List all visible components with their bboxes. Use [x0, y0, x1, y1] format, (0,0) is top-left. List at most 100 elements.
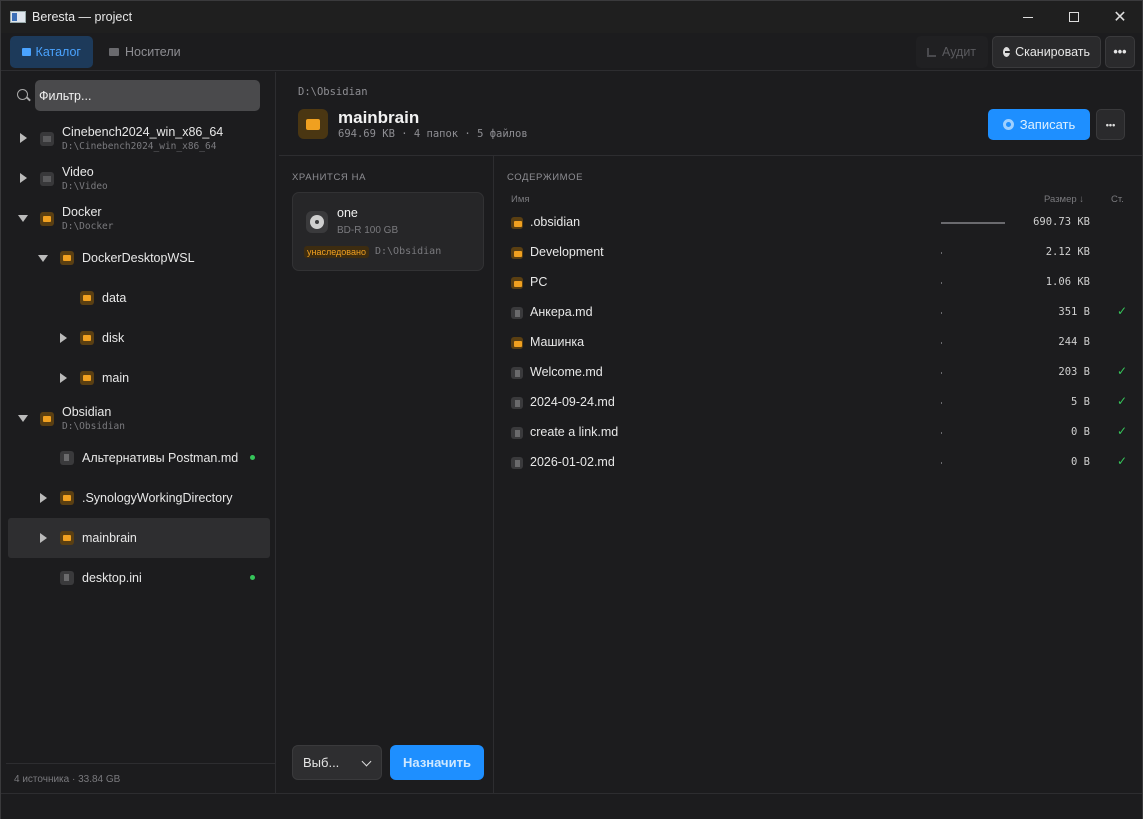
folder-icon	[298, 109, 328, 139]
folder-open-icon	[22, 48, 31, 56]
audit-button[interactable]: Аудит	[916, 36, 988, 68]
folder-icon	[511, 247, 523, 259]
search-icon	[17, 89, 28, 100]
content-row[interactable]: Анкера.md 351 B ✓	[495, 298, 1142, 328]
folder-icon	[40, 132, 54, 146]
file-icon	[511, 427, 523, 439]
chevron-down-icon[interactable]	[18, 415, 28, 422]
size-share-bar	[941, 432, 942, 434]
file-icon	[511, 397, 523, 409]
tree-item-mainbrain[interactable]: mainbrain	[8, 518, 270, 558]
tree-item-cinebench[interactable]: Cinebench2024_win_x86_64 D:\Cinebench202…	[8, 118, 270, 158]
tree-item-desktop-ini[interactable]: desktop.ini	[8, 558, 270, 598]
chevron-down-icon[interactable]	[18, 215, 28, 222]
content-row-size: 5 B	[1071, 396, 1090, 408]
tree-item-path: D:\Obsidian	[62, 421, 125, 432]
content-row-name: create a link.md	[530, 425, 619, 439]
folder-icon	[60, 251, 74, 265]
more-button[interactable]: •••	[1105, 36, 1135, 68]
chevron-right-icon[interactable]	[20, 133, 27, 143]
scan-button[interactable]: Сканировать	[992, 36, 1101, 68]
scan-icon	[1003, 47, 1011, 57]
minimize-icon	[1023, 16, 1033, 18]
tree-item-path: D:\Docker	[62, 221, 114, 232]
tree-item-label: Cinebench2024_win_x86_64	[62, 125, 224, 139]
content-row-size: 1.06 KB	[1045, 276, 1090, 288]
content-row-name: PC	[530, 275, 548, 289]
size-share-bar	[941, 402, 942, 404]
column-header-status[interactable]: Ст.	[1111, 194, 1124, 205]
status-bar	[1, 793, 1142, 819]
content-row[interactable]: PC 1.06 KB	[495, 268, 1142, 298]
folder-icon	[40, 172, 54, 186]
write-button[interactable]: Записать	[988, 109, 1090, 140]
sidebar-footer: 4 источника · 33.84 GB	[6, 763, 275, 793]
folder-icon	[80, 291, 94, 305]
synced-status-dot	[250, 455, 255, 460]
tree-item-main[interactable]: main	[8, 358, 270, 398]
folder-icon	[80, 331, 94, 345]
check-icon: ✓	[1117, 454, 1128, 468]
content-row-size: 0 B	[1071, 426, 1090, 438]
column-header-size[interactable]: Размер ↓	[1044, 194, 1084, 205]
more-icon: •••	[1113, 45, 1127, 59]
maximize-button[interactable]	[1051, 1, 1097, 33]
tree-item-label: desktop.ini	[82, 571, 142, 585]
header-more-button[interactable]: •••	[1096, 109, 1125, 140]
tab-catalog-label: Каталог	[35, 45, 81, 59]
tree-item-label: main	[102, 371, 130, 385]
tree-item-obsidian[interactable]: Obsidian D:\Obsidian	[8, 398, 270, 438]
content-row[interactable]: 2026-01-02.md 0 B ✓	[495, 448, 1142, 478]
assign-button[interactable]: Назначить	[390, 745, 484, 780]
chevron-down-icon[interactable]	[38, 255, 48, 262]
minimize-button[interactable]	[1005, 1, 1051, 33]
content-row[interactable]: .obsidian 690.73 KB	[495, 208, 1142, 238]
content-row[interactable]: 2024-09-24.md 5 B ✓	[495, 388, 1142, 418]
content-row[interactable]: Машинка 244 B	[495, 328, 1142, 358]
content-row-size: 0 B	[1071, 456, 1090, 468]
tab-media[interactable]: Носители	[97, 36, 193, 68]
filter-input[interactable]	[35, 80, 260, 111]
folder-icon	[40, 212, 54, 226]
tree-item-dockerdesktopwsl[interactable]: DockerDesktopWSL	[8, 238, 270, 278]
folder-icon	[60, 491, 74, 505]
disc-card[interactable]: one BD-R 100 GB унаследовано D:\Obsidian	[292, 192, 484, 271]
tree-item-video[interactable]: Video D:\Video	[8, 158, 270, 198]
contents-panel: СОДЕРЖИМОЕ Имя Размер ↓ Ст. .obsidian 690…	[495, 156, 1142, 793]
chevron-right-icon[interactable]	[40, 493, 47, 503]
folder-icon	[511, 337, 523, 349]
tree-item-label: data	[102, 291, 127, 305]
folder-icon	[511, 217, 523, 229]
size-share-bar	[941, 282, 942, 284]
content-row[interactable]: Development 2.12 KB	[495, 238, 1142, 268]
disc-icon	[1002, 119, 1014, 130]
file-icon	[60, 571, 74, 585]
disc-type: BD-R 100 GB	[337, 225, 399, 236]
content-row-name: Development	[530, 245, 604, 259]
tab-media-label: Носители	[125, 45, 181, 59]
tree-item-synology[interactable]: .SynologyWorkingDirectory	[8, 478, 270, 518]
tree-item-disk[interactable]: disk	[8, 318, 270, 358]
chevron-right-icon[interactable]	[60, 333, 67, 343]
media-icon	[109, 48, 119, 56]
content-row-size: 244 B	[1058, 336, 1090, 348]
tree-item-postman-md[interactable]: Альтернативы Postman.md	[8, 438, 270, 478]
size-share-bar	[941, 222, 1005, 224]
tab-catalog[interactable]: Каталог	[10, 36, 93, 68]
disc-select[interactable]: Выб...	[292, 745, 382, 780]
toolbar: Каталог Носители Аудит Сканировать •••	[1, 33, 1142, 71]
close-button[interactable]: ✕	[1097, 1, 1143, 33]
size-share-bar	[941, 372, 942, 374]
tree-item-data[interactable]: data	[8, 278, 270, 318]
chevron-right-icon[interactable]	[40, 533, 47, 543]
tree-item-docker[interactable]: Docker D:\Docker	[8, 198, 270, 238]
storage-section-label: ХРАНИТСЯ НА	[292, 172, 367, 183]
content-row[interactable]: Welcome.md 203 B ✓	[495, 358, 1142, 388]
content-row[interactable]: create a link.md 0 B ✓	[495, 418, 1142, 448]
column-header-name[interactable]: Имя	[511, 194, 530, 205]
chevron-right-icon[interactable]	[60, 373, 67, 383]
size-share-bar	[941, 342, 942, 344]
chevron-right-icon[interactable]	[20, 173, 27, 183]
tree-item-path: D:\Video	[62, 181, 108, 192]
maximize-icon	[1069, 12, 1079, 22]
